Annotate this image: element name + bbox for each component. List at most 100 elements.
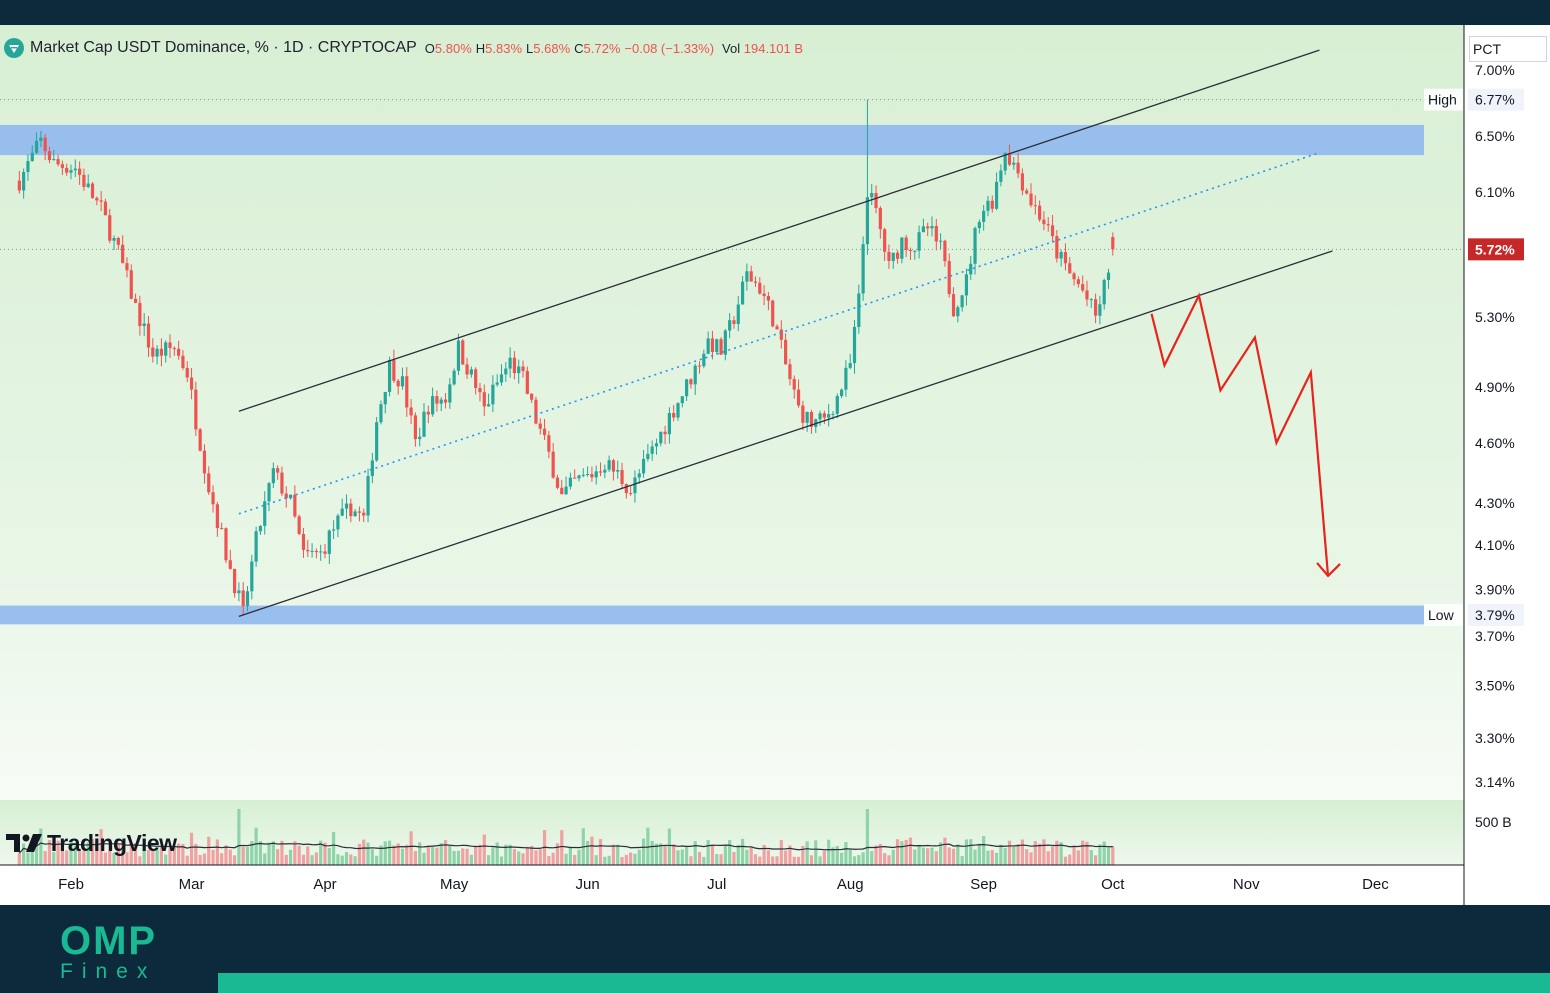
volume-bar <box>349 854 353 865</box>
volume-bar <box>895 839 900 865</box>
volume-bar <box>1033 841 1037 865</box>
volume-bar <box>990 850 994 865</box>
volume-bar <box>392 845 396 865</box>
volume-bar <box>189 832 194 865</box>
x-tick-label: Jun <box>576 876 600 893</box>
volume-bar <box>732 852 736 865</box>
volume-bar <box>1098 844 1102 865</box>
volume-bar <box>220 853 224 865</box>
volume-bar <box>1012 846 1016 865</box>
x-tick-label: Oct <box>1101 876 1125 893</box>
volume-bar <box>814 840 818 865</box>
volume-bar <box>400 848 405 865</box>
ohlc-high: H5.83% <box>475 40 523 56</box>
chart-area[interactable]: 7.00% 6.50% 6.10% 5.30% 4.90% 4.60% 4.30% 4.10%… <box>0 25 1550 905</box>
volume-bar <box>926 848 930 865</box>
volume-bar <box>676 850 680 865</box>
y-tick-label: 3.30% <box>1475 730 1515 746</box>
y-tick-label: 4.30% <box>1475 495 1515 511</box>
scale-mode-label[interactable]: PCT <box>1469 36 1547 62</box>
volume-bar <box>1076 850 1080 865</box>
volume-bar <box>1055 840 1059 865</box>
x-tick-label: Dec <box>1362 876 1389 893</box>
volume-bar <box>241 846 245 865</box>
volume-bar <box>641 838 646 865</box>
volume-bar <box>478 844 482 865</box>
volume-bar <box>792 856 796 865</box>
symbol-title[interactable]: Market Cap USDT Dominance, % · 1D · CRYP… <box>30 39 417 57</box>
volume-bar <box>728 840 732 865</box>
volume-bar <box>1102 841 1106 865</box>
chart-legend: Market Cap USDT Dominance, % · 1D · CRYP… <box>4 37 803 59</box>
volume-bar <box>956 844 960 865</box>
volume-bar <box>1063 856 1068 865</box>
volume-bar <box>297 845 301 865</box>
volume-bar <box>344 852 349 865</box>
volume-bar <box>1029 852 1033 865</box>
volume-bar <box>852 856 857 865</box>
volume-bar <box>904 839 908 865</box>
volume-bar <box>1111 846 1115 865</box>
volume-bar <box>779 839 783 865</box>
x-tick-label: Sep <box>970 876 997 893</box>
volume-bar <box>1042 839 1046 865</box>
candle <box>771 299 775 328</box>
volume-bar <box>211 849 215 865</box>
volume-bar <box>353 856 357 865</box>
volume-bar <box>697 851 702 865</box>
volume-bar <box>706 840 710 865</box>
marker-value: 5.72% <box>1475 241 1515 257</box>
volume-bar <box>568 847 572 865</box>
volume-bar <box>827 839 831 865</box>
volume-bar <box>491 847 495 865</box>
volume-bar <box>702 856 706 865</box>
volume-bar <box>1025 849 1029 865</box>
footer-accent-bar <box>218 973 1550 993</box>
volume-bar <box>857 854 861 865</box>
volume-bar <box>387 840 392 865</box>
volume-bar <box>969 839 973 865</box>
x-tick-label: Feb <box>58 876 84 893</box>
volume-bar <box>517 851 521 865</box>
volume-bar <box>1081 840 1085 865</box>
volume-bar <box>999 844 1003 865</box>
volume-bar <box>560 830 564 865</box>
volume-bar <box>943 837 947 865</box>
volume-bar <box>917 844 921 865</box>
volume-bar <box>835 845 839 865</box>
volume-bar <box>758 856 762 865</box>
volume-bar <box>598 839 603 865</box>
volume-bar <box>637 849 641 865</box>
volume-bar <box>861 852 865 865</box>
volume-bar <box>680 849 684 865</box>
volume-bar <box>301 854 306 865</box>
volume-bar <box>977 843 981 865</box>
volume-bar <box>577 849 581 865</box>
support-zone <box>0 605 1424 625</box>
volume-bar <box>530 845 534 865</box>
volume-bar <box>1068 854 1072 865</box>
ohlc-change: −0.08 (−1.33%) <box>624 40 715 56</box>
volume-bar <box>844 841 848 865</box>
volume-bar <box>689 856 693 865</box>
y-tick-label: 3.70% <box>1475 628 1515 644</box>
y-tick-label: 3.14% <box>1475 774 1515 790</box>
tether-icon <box>4 38 24 58</box>
volume-bar <box>267 842 271 865</box>
volume-bar <box>284 854 288 865</box>
volume-bar <box>870 851 874 865</box>
volume-bar <box>624 854 628 865</box>
x-tick-label: Aug <box>837 876 864 893</box>
volume-bar <box>960 855 964 865</box>
volume-bar <box>719 854 723 865</box>
y-tick-label: 3.90% <box>1475 581 1515 597</box>
volume-bar <box>986 850 990 865</box>
chart-canvas[interactable]: 7.00% 6.50% 6.10% 5.30% 4.90% 4.60% 4.30% 4.10%… <box>0 25 1550 905</box>
volume-bar <box>263 853 267 865</box>
volume-bar <box>551 852 555 865</box>
volume-bar <box>887 855 891 865</box>
x-tick-label: Nov <box>1233 876 1260 893</box>
volume-bar <box>465 848 469 865</box>
resistance-zone <box>0 124 1424 156</box>
candle <box>224 527 228 564</box>
